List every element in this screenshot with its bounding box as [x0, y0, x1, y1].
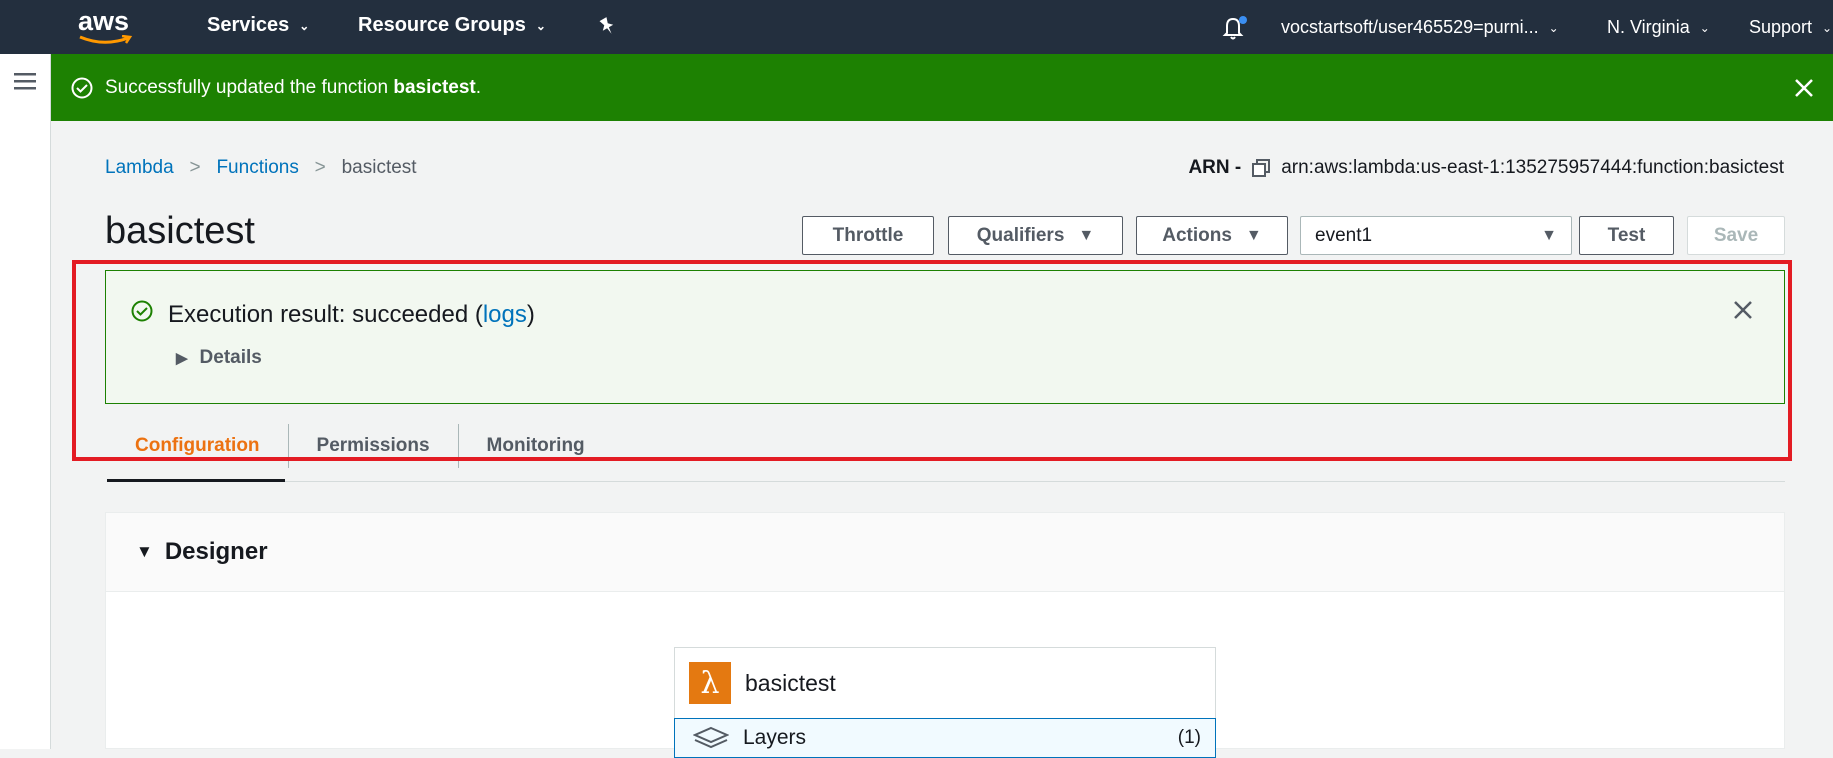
- chevron-right-icon: >: [178, 157, 212, 178]
- active-tab-indicator: [107, 479, 285, 482]
- save-button[interactable]: Save: [1687, 216, 1785, 255]
- hamburger-menu-icon[interactable]: [14, 72, 36, 95]
- account-menu[interactable]: vocstartsoft/user465529=purni... ⌄: [1281, 17, 1559, 38]
- caret-down-icon: ▼: [1245, 226, 1262, 244]
- details-label: Details: [199, 347, 262, 368]
- details-toggle[interactable]: ▶ Details: [176, 347, 262, 369]
- designer-title: Designer: [164, 538, 268, 565]
- check-circle-icon: [71, 77, 93, 98]
- tab-configuration[interactable]: Configuration: [107, 424, 289, 468]
- execution-result-alert: Execution result: succeeded (logs) ▶ Det…: [105, 270, 1785, 404]
- check-circle-icon: [131, 300, 153, 322]
- chevron-right-icon: >: [304, 157, 337, 178]
- close-icon[interactable]: [1793, 77, 1815, 99]
- aws-logo-text: aws: [78, 6, 130, 36]
- arn-label: ARN -: [1188, 157, 1242, 178]
- throttle-button[interactable]: Throttle: [802, 216, 934, 255]
- layers-icon: [693, 726, 729, 749]
- services-menu[interactable]: Services ⌄: [207, 14, 309, 37]
- tab-divider: [107, 481, 1785, 482]
- flash-message-prefix: Successfully updated the function: [105, 76, 394, 98]
- services-label: Services: [207, 14, 290, 36]
- caret-down-icon: ▼: [1541, 226, 1557, 244]
- breadcrumb-functions[interactable]: Functions: [216, 157, 298, 178]
- smile-arrow-icon: [79, 34, 133, 44]
- resource-groups-label: Resource Groups: [358, 14, 526, 36]
- chevron-down-icon: ⌄: [1699, 20, 1710, 35]
- caret-right-icon: ▶: [176, 350, 188, 367]
- sidebar: [0, 54, 51, 749]
- region-menu[interactable]: N. Virginia ⌄: [1607, 17, 1710, 38]
- test-button[interactable]: Test: [1579, 216, 1674, 255]
- arn-display: ARN - arn:aws:lambda:us-east-1:135275957…: [1188, 157, 1784, 179]
- aws-logo[interactable]: aws: [78, 8, 134, 46]
- top-navigation: aws Services ⌄ Resource Groups ⌄ vocstar…: [0, 0, 1833, 54]
- success-flash-banner: Successfully updated the function basict…: [51, 54, 1833, 121]
- save-label: Save: [1713, 224, 1759, 246]
- layers-item[interactable]: Layers (1): [674, 718, 1216, 758]
- test-label: Test: [1607, 224, 1646, 246]
- execution-result-suffix: ): [526, 301, 535, 328]
- support-label: Support: [1749, 17, 1813, 37]
- chevron-down-icon: ⌄: [299, 18, 310, 33]
- close-icon[interactable]: [1732, 299, 1754, 321]
- logs-link[interactable]: logs: [483, 301, 527, 328]
- breadcrumb: Lambda > Functions > basictest: [105, 157, 417, 179]
- lambda-icon: λ: [689, 662, 731, 704]
- test-event-select[interactable]: event1 ▼: [1300, 216, 1572, 255]
- flash-message-suffix: .: [475, 76, 482, 98]
- caret-down-icon: ▼: [1078, 226, 1095, 244]
- chevron-down-icon: ⌄: [1548, 20, 1559, 35]
- actions-button[interactable]: Actions ▼: [1136, 216, 1288, 255]
- page-title: basictest: [105, 210, 255, 252]
- function-tabs: Configuration Permissions Monitoring: [107, 424, 613, 482]
- pin-icon[interactable]: [597, 16, 617, 36]
- chevron-down-icon: ⌄: [535, 18, 546, 33]
- notifications-button[interactable]: [1221, 15, 1247, 41]
- execution-result-prefix: Execution result: succeeded (: [168, 301, 483, 328]
- breadcrumb-lambda[interactable]: Lambda: [105, 157, 174, 178]
- qualifiers-button[interactable]: Qualifiers ▼: [948, 216, 1123, 255]
- layers-count: (1): [1177, 727, 1201, 748]
- throttle-label: Throttle: [832, 224, 904, 246]
- flash-function-name: basictest: [393, 76, 476, 98]
- actions-label: Actions: [1162, 224, 1232, 246]
- breadcrumb-current: basictest: [341, 157, 417, 178]
- account-label: vocstartsoft/user465529=purni...: [1281, 17, 1539, 37]
- flash-message: Successfully updated the function basict…: [105, 77, 481, 99]
- tab-label: Monitoring: [486, 435, 585, 456]
- chevron-down-icon: ⌄: [1822, 20, 1833, 35]
- arn-value: arn:aws:lambda:us-east-1:135275957444:fu…: [1281, 157, 1784, 178]
- function-card-name: basictest: [745, 669, 836, 696]
- test-event-value: event1: [1315, 224, 1373, 246]
- resource-groups-menu[interactable]: Resource Groups ⌄: [358, 14, 546, 37]
- function-card[interactable]: λ basictest Layers (1): [674, 647, 1216, 758]
- notification-dot: [1239, 16, 1247, 24]
- support-menu[interactable]: Support ⌄: [1749, 17, 1832, 38]
- bell-icon: [1222, 16, 1247, 40]
- tab-label: Permissions: [316, 435, 430, 456]
- region-label: N. Virginia: [1607, 17, 1690, 37]
- tab-permissions[interactable]: Permissions: [289, 424, 459, 468]
- copy-icon[interactable]: [1251, 158, 1271, 178]
- execution-result-text: Execution result: succeeded (logs): [168, 301, 535, 329]
- designer-header[interactable]: ▼ Designer: [106, 513, 1784, 592]
- caret-down-icon: ▼: [136, 542, 153, 561]
- tab-label: Configuration: [135, 435, 260, 456]
- qualifiers-label: Qualifiers: [976, 224, 1065, 246]
- layers-label: Layers: [743, 726, 807, 749]
- tab-monitoring[interactable]: Monitoring: [459, 424, 613, 468]
